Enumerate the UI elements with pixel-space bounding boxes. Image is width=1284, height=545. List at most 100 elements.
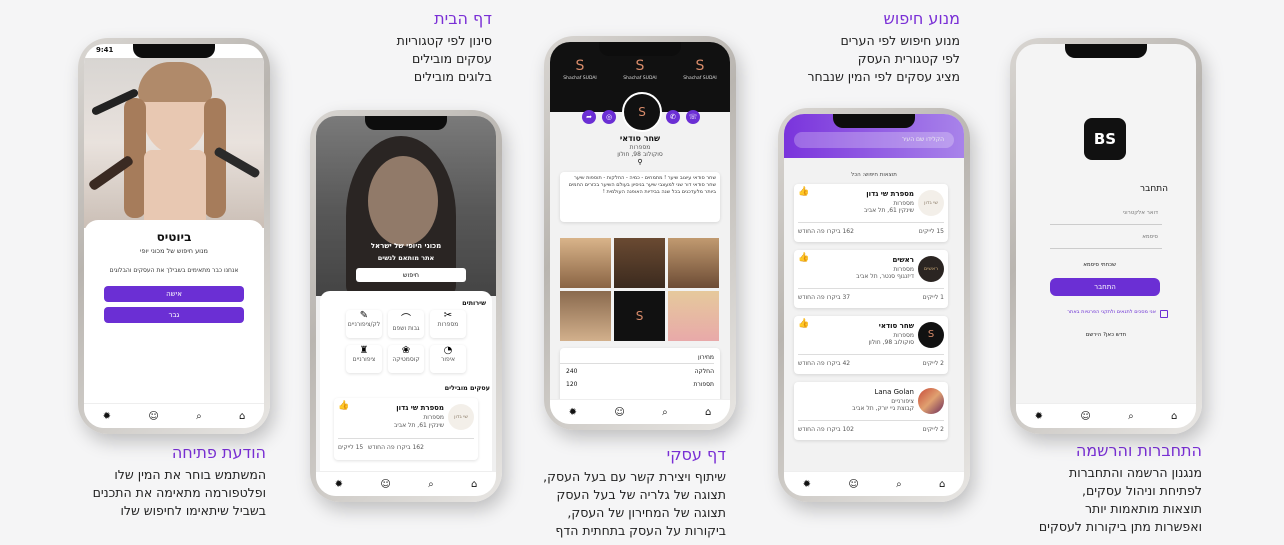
user-icon[interactable]: ☺	[848, 479, 858, 490]
service-tile-cosmetics[interactable]: ❀ קוסמטיקה	[388, 345, 424, 373]
result-card[interactable]: S שחר סודאי מספרות סוקולוב 98, חולון 👍 2…	[794, 316, 948, 374]
city-search-input[interactable]: הקלידו שם העיר	[794, 132, 954, 148]
scissors-icon: ✂	[443, 310, 453, 321]
forgot-password-link[interactable]: שכחתי סיסמא	[1016, 262, 1116, 268]
caption-home: דף הבית סינון לפי קטגוריות עסקים מובילים…	[360, 10, 492, 86]
like-icon[interactable]: 👍	[798, 253, 809, 263]
search-icon[interactable]: ⌕	[1128, 411, 1134, 422]
top-businesses-title: עסקים מובילים	[444, 384, 490, 392]
caption-line: סינון לפי קטגוריות	[396, 33, 492, 48]
about-text: שחר סודאי עיצוב שיער ! מתמחים - כמיה - ה…	[568, 175, 716, 195]
password-field[interactable]: סיסמא	[1050, 234, 1162, 249]
service-tile-nails[interactable]: ✎ לק/ציפורניים	[346, 310, 382, 338]
register-link[interactable]: חדש כאן? הירשם	[1016, 332, 1196, 338]
man-button[interactable]: גבר	[104, 307, 244, 323]
gallery-photo[interactable]: S	[614, 291, 665, 341]
gallery-photo[interactable]	[560, 238, 611, 288]
business-name: מספרת שי גדון	[396, 404, 444, 412]
business-category: מספרות	[423, 414, 444, 421]
business-category: מספרות	[893, 332, 914, 339]
bug-icon[interactable]: ✹	[335, 479, 343, 490]
bug-icon[interactable]: ✹	[569, 407, 577, 418]
user-icon[interactable]: ☺	[380, 479, 390, 490]
search-icon[interactable]: ⌕	[662, 407, 668, 418]
hero-line2: אתר מותאם לנשים	[377, 254, 435, 262]
service-tile-brows[interactable]: ⌒ גבות ושפם	[388, 310, 424, 338]
business-card[interactable]: שי גדון מספרת שי גדון מספרות שינקין 61, …	[334, 398, 478, 460]
home-icon[interactable]: ⌂	[939, 479, 945, 490]
business-category: ציפורניים	[891, 398, 914, 405]
woman-button[interactable]: אישה	[104, 286, 244, 302]
terms-checkbox[interactable]	[1160, 310, 1168, 318]
user-icon[interactable]: ☺	[148, 411, 158, 422]
business-category: מספרות	[629, 144, 651, 151]
phone-login: BS התחבר דואר אלקטרוני סיסמא שכחתי סיסמא…	[1010, 38, 1202, 434]
like-icon[interactable]: 👍	[798, 319, 809, 329]
result-card[interactable]: ראשים ראשים מספרות דיזנגוף סנטר, תל אביב…	[794, 250, 948, 308]
service-tile-polish[interactable]: ♜ ציפורניים	[346, 345, 382, 373]
bug-icon[interactable]: ✹	[803, 479, 811, 490]
brush-icon: ✎	[359, 310, 369, 321]
search-icon[interactable]: ⌕	[428, 479, 434, 490]
about-box: שחר סודאי עיצוב שיער ! מתמחים - כמיה - ה…	[560, 172, 720, 222]
email-field[interactable]: דואר אלקטרוני	[1050, 210, 1162, 225]
home-icon[interactable]: ⌂	[471, 479, 477, 490]
result-card[interactable]: שי גדון מספרת שי גדון מספרות שינקין 61, …	[794, 184, 948, 242]
caption-business: דף עסקי שיתוף ויצירת קשר עם בעל העסק, תצ…	[520, 446, 726, 540]
search-icon[interactable]: ⌕	[896, 479, 902, 490]
gallery-photo[interactable]	[614, 238, 665, 288]
visits-count: 162 ביקרו פה החודש	[798, 228, 854, 235]
gallery-photo[interactable]	[560, 291, 611, 341]
bug-icon[interactable]: ✹	[1035, 411, 1043, 422]
login-button[interactable]: התחבר	[1050, 278, 1160, 296]
caption-line: ואפשרות מתן ביקורות לעסקים	[1038, 519, 1202, 534]
business-name: שחר סודאי	[619, 134, 661, 143]
service-tile-makeup[interactable]: ◔ איפור	[430, 345, 466, 373]
caption-line: תוצאות מותאמות יותר	[1084, 501, 1202, 516]
cosmetics-icon: ❀	[401, 345, 411, 356]
tab-bar: ✹ ☺ ⌕ ⌂	[84, 403, 264, 428]
user-icon[interactable]: ☺	[614, 407, 624, 418]
caption-line: המשתמש בוחר את המין שלו	[114, 467, 266, 482]
business-address: שינקין 61, תל אביב	[863, 207, 914, 214]
whatsapp-icon[interactable]: ✆	[666, 110, 680, 124]
result-card[interactable]: Lana Golan ציפורניים קבוצת גיי יורק, תל …	[794, 382, 948, 440]
business-name: Lana Golan	[874, 388, 914, 396]
business-address: דיזנגוף סנטר, תל אביב	[856, 273, 914, 280]
tab-bar: ✹ ☺ ⌕ ⌂	[784, 471, 964, 496]
makeup-icon: ◔	[443, 345, 453, 356]
business-address: סוקולוב 98, חולון	[617, 151, 663, 158]
home-icon[interactable]: ⌂	[1171, 411, 1177, 422]
phone-search: הקלידו שם העיר תוצאות חיפוש: הכל שי גדון…	[778, 108, 970, 502]
phone-icon[interactable]: ☏	[686, 110, 700, 124]
welcome-card: ביוטיס מנוע חיפוש של מכוני יופי אנחנו כב…	[84, 220, 264, 410]
gallery-photo[interactable]	[668, 238, 719, 288]
caption-line: לפתיחת וניהול עסקים,	[1081, 483, 1202, 498]
service-tile-hairdresser[interactable]: ✂ מספרות	[430, 310, 466, 338]
visits-count: 37 ביקרו פה החודש	[798, 294, 851, 301]
tab-bar: ✹ ☺ ⌕ ⌂	[316, 471, 496, 496]
search-icon[interactable]: ⌕	[196, 411, 202, 422]
caption-title: התחברות והרשמה	[1075, 441, 1202, 460]
bug-icon[interactable]: ✹	[103, 411, 111, 422]
caption-line: בלוגים מובילים	[413, 69, 492, 84]
caption-title: מנוע חיפוש	[883, 9, 960, 28]
business-logo: שי גדון	[448, 404, 474, 430]
gallery-photo[interactable]	[668, 291, 719, 341]
like-icon[interactable]: 👍	[798, 187, 809, 197]
caption-login: התחברות והרשמה מנגנון הרשמה והתחברות לפת…	[1010, 442, 1202, 536]
home-icon[interactable]: ⌂	[239, 411, 245, 422]
search-button[interactable]: חיפוש	[356, 268, 466, 282]
hero-line1: מכוני היופי של ישראל	[370, 242, 442, 250]
user-icon[interactable]: ☺	[1080, 411, 1090, 422]
like-icon[interactable]: 👍	[338, 401, 349, 411]
share-icon[interactable]: ➦	[582, 110, 596, 124]
app-title: ביוטיס	[156, 230, 192, 244]
app-logo: BS	[1084, 118, 1126, 160]
instagram-icon[interactable]: ◎	[602, 110, 616, 124]
caption-title: דף הבית	[434, 9, 492, 28]
home-icon[interactable]: ⌂	[705, 407, 711, 418]
services-title: שירותים	[462, 299, 486, 307]
business-address: קבוצת גיי יורק, תל אביב	[852, 405, 914, 412]
polish-icon: ♜	[359, 345, 369, 356]
